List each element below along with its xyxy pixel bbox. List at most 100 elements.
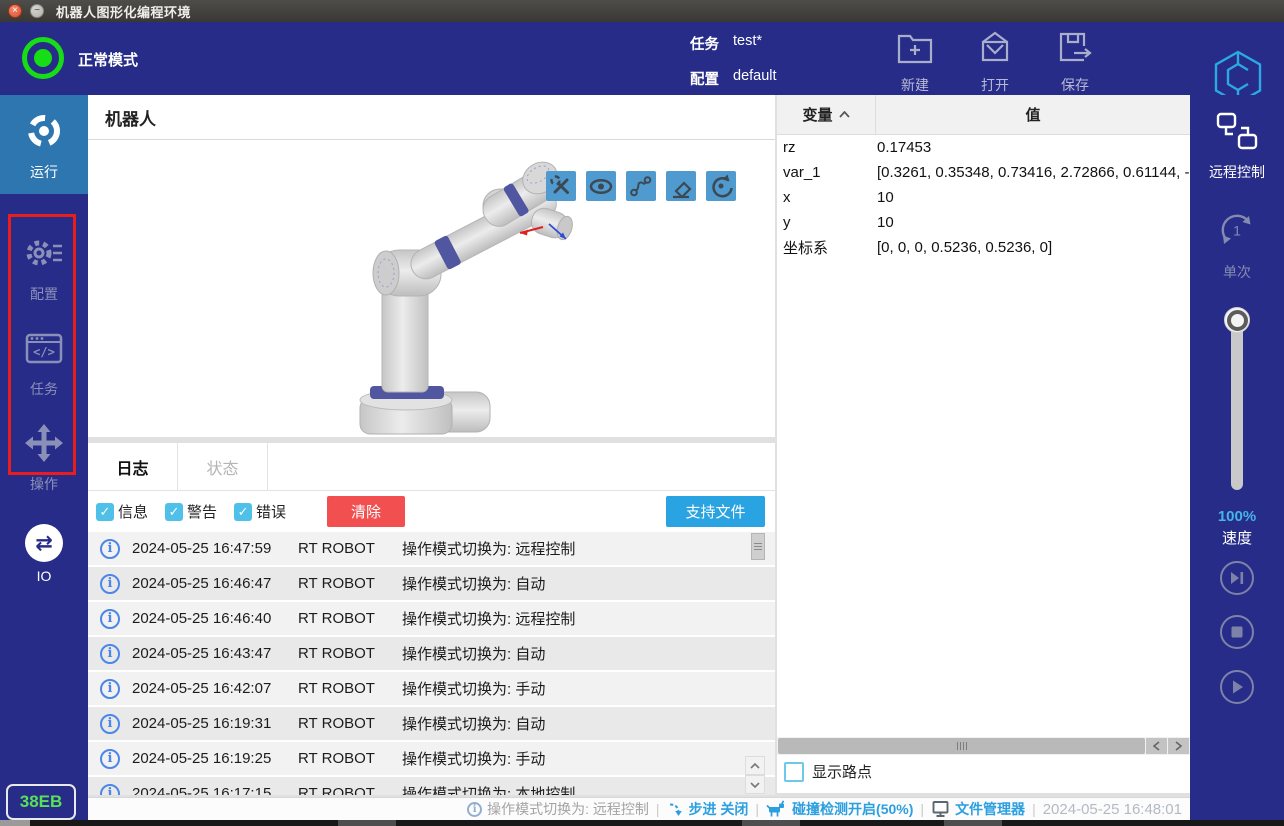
scroll-down-icon[interactable]	[745, 775, 765, 794]
tab-log[interactable]: 日志	[88, 443, 178, 491]
log-message: 操作模式切换为: 远程控制	[402, 538, 575, 559]
code-window-icon: </>	[22, 326, 66, 373]
status-step-toggle[interactable]: 步进 关闭	[667, 799, 749, 819]
speed-percent: 100%	[1190, 508, 1284, 525]
variable-row[interactable]: rz 0.17453	[777, 135, 1190, 160]
move-arrows-icon	[22, 421, 66, 468]
filter-warning-checkbox[interactable]: ✓ 警告	[165, 501, 217, 522]
window-minimize-button[interactable]: −	[30, 4, 44, 18]
variable-value: 10	[877, 189, 1190, 206]
eraser-icon-button[interactable]	[666, 171, 696, 201]
task-label: 任务	[690, 33, 719, 54]
robot-panel-header: 机器人	[88, 95, 775, 140]
open-file-icon	[974, 29, 1016, 72]
status-file-manager[interactable]: 文件管理器	[931, 799, 1025, 819]
run-icon	[22, 109, 66, 156]
window-close-button[interactable]: ×	[8, 4, 22, 18]
variable-name: var_1	[777, 164, 877, 181]
sidebar-item-io[interactable]: ⇄ IO	[0, 510, 88, 596]
variable-row[interactable]: 坐标系 [0, 0, 0, 0.5236, 0.5236, 0]	[777, 235, 1190, 260]
variable-name: 坐标系	[777, 237, 877, 258]
gear-icon	[22, 231, 66, 278]
hscrollbar-thumb[interactable]	[778, 738, 1145, 754]
log-row[interactable]: i 2024-05-25 16:17:15 RT ROBOT 操作模式切换为: …	[88, 777, 775, 795]
play-button[interactable]	[1220, 670, 1254, 704]
app-header: 正常模式 任务 test* 配置 default 新建 打开	[0, 22, 1284, 95]
status-mode-message: i 操作模式切换为: 远程控制	[467, 799, 649, 819]
tools-icon-button[interactable]	[546, 171, 576, 201]
log-scrollbar-thumb[interactable]	[751, 533, 765, 560]
log-timestamp: 2024-05-25 16:47:59	[132, 540, 284, 557]
speed-slider-handle[interactable]	[1224, 307, 1250, 333]
log-source: RT ROBOT	[298, 785, 402, 795]
path-icon-button[interactable]	[626, 171, 656, 201]
save-icon	[1054, 29, 1096, 72]
variable-name: y	[777, 214, 877, 231]
speed-slider-track[interactable]	[1231, 318, 1243, 490]
stop-button[interactable]	[1220, 615, 1254, 649]
save-button[interactable]: 保存	[1043, 29, 1107, 95]
log-row[interactable]: i 2024-05-25 16:43:47 RT ROBOT 操作模式切换为: …	[88, 637, 775, 670]
robot-panel-title: 机器人	[105, 105, 156, 130]
checkbox-checked-icon: ✓	[234, 503, 252, 521]
log-row[interactable]: i 2024-05-25 16:47:59 RT ROBOT 操作模式切换为: …	[88, 532, 775, 565]
filter-info-checkbox[interactable]: ✓ 信息	[96, 501, 148, 522]
log-row[interactable]: i 2024-05-25 16:42:07 RT ROBOT 操作模式切换为: …	[88, 672, 775, 705]
log-source: RT ROBOT	[298, 540, 402, 557]
rotate-icon-button[interactable]	[706, 171, 736, 201]
log-message: 操作模式切换为: 远程控制	[402, 608, 575, 629]
log-timestamp: 2024-05-25 16:42:07	[132, 680, 284, 697]
log-row[interactable]: i 2024-05-25 16:46:47 RT ROBOT 操作模式切换为: …	[88, 567, 775, 600]
log-row[interactable]: i 2024-05-25 16:46:40 RT ROBOT 操作模式切换为: …	[88, 602, 775, 635]
log-timestamp: 2024-05-25 16:19:25	[132, 750, 284, 767]
collapse-chevron-icon	[839, 111, 850, 118]
variable-value: 0.17453	[877, 139, 1190, 156]
scroll-right-icon[interactable]	[1168, 738, 1189, 754]
tab-status[interactable]: 状态	[178, 443, 268, 491]
single-cycle-icon: 1	[1214, 207, 1260, 258]
status-collision-toggle[interactable]: 碰撞检测开启(50%)	[766, 799, 913, 819]
scroll-left-icon[interactable]	[1146, 738, 1167, 754]
info-icon: i	[100, 574, 120, 594]
log-message: 操作模式切换为: 自动	[402, 643, 545, 664]
log-filter-bar: ✓ 信息 ✓ 警告 ✓ 错误 清除 支持文件	[88, 491, 775, 532]
clear-log-button[interactable]: 清除	[327, 496, 405, 527]
new-button[interactable]: 新建	[883, 29, 947, 95]
checkbox-checked-icon: ✓	[96, 503, 114, 521]
log-message: 操作模式切换为: 本地控制	[402, 783, 575, 795]
remote-control-button[interactable]: 远程控制	[1190, 109, 1284, 182]
sidebar-item-config[interactable]: 配置	[0, 217, 88, 316]
status-badge[interactable]: 38EB	[6, 784, 76, 820]
show-waypoints-checkbox[interactable]: 显示路点	[784, 761, 872, 782]
remote-control-icon	[1214, 109, 1260, 158]
sidebar-item-operate[interactable]: 操作	[0, 407, 88, 506]
info-icon: i	[100, 644, 120, 664]
step-forward-button[interactable]	[1220, 561, 1254, 595]
robot-3d-viewport[interactable]: + −	[88, 140, 775, 437]
collision-detect-icon	[766, 800, 787, 818]
log-row[interactable]: i 2024-05-25 16:19:31 RT ROBOT 操作模式切换为: …	[88, 707, 775, 740]
robot-programming-app: × − 机器人图形化编程环境 正常模式 任务 test* 配置 default …	[0, 0, 1284, 826]
eye-icon-button[interactable]	[586, 171, 616, 201]
support-file-button[interactable]: 支持文件	[666, 496, 765, 527]
log-source: RT ROBOT	[298, 610, 402, 627]
window-title: 机器人图形化编程环境	[56, 2, 191, 21]
step-icon	[667, 801, 684, 818]
variable-value: 10	[877, 214, 1190, 231]
variable-row[interactable]: var_1 [0.3261, 0.35348, 0.73416, 2.72866…	[777, 160, 1190, 185]
single-run-button[interactable]: 1 单次	[1190, 207, 1284, 282]
log-row[interactable]: i 2024-05-25 16:19:25 RT ROBOT 操作模式切换为: …	[88, 742, 775, 775]
config-value: default	[733, 68, 777, 89]
variable-row[interactable]: x 10	[777, 185, 1190, 210]
mode-indicator-icon	[22, 37, 64, 79]
open-button[interactable]: 打开	[963, 29, 1027, 95]
log-source: RT ROBOT	[298, 645, 402, 662]
checkbox-unchecked-icon	[784, 762, 804, 782]
speed-label: 速度	[1190, 527, 1284, 548]
variable-row[interactable]: y 10	[777, 210, 1190, 235]
sidebar-item-run[interactable]: 运行	[0, 95, 88, 194]
sidebar-item-task[interactable]: </> 任务	[0, 312, 88, 411]
filter-error-checkbox[interactable]: ✓ 错误	[234, 501, 286, 522]
variables-name-column-header[interactable]: 变量	[777, 95, 876, 134]
scroll-up-icon[interactable]	[745, 756, 765, 775]
